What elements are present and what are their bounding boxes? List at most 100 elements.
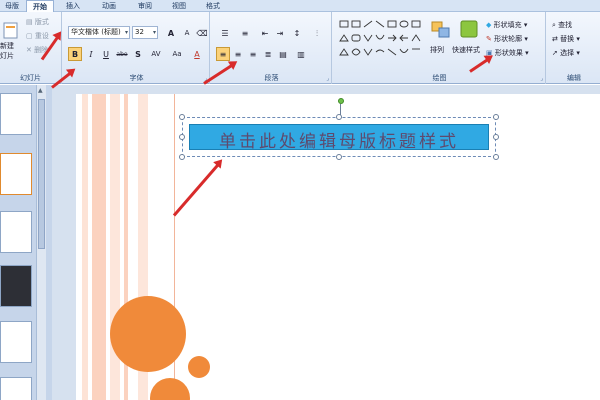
reset-label: 重设 [34, 32, 49, 40]
layout-label: 版式 [34, 18, 49, 26]
layout-button[interactable]: ▤ 版式 [26, 15, 49, 29]
pen-icon: ✎ [486, 35, 492, 43]
distribute-icon[interactable]: ▤ [276, 47, 290, 61]
arrange-button[interactable]: 排列 [430, 43, 444, 57]
select-label: 选择 [560, 49, 575, 57]
tab-format[interactable]: 格式 [200, 0, 226, 12]
tab-review[interactable]: 审阅 [132, 0, 158, 12]
tab-home[interactable]: 开始 [26, 0, 54, 12]
slides-scrollbar[interactable]: ▲ [36, 85, 46, 400]
decor-circle [188, 356, 210, 378]
dialog-launcher-icon[interactable]: ⌟ [326, 75, 329, 82]
font-name-value: 华文楷体 (标题) [71, 28, 121, 36]
decor-stripe [92, 94, 106, 400]
resize-handle[interactable] [179, 134, 185, 140]
font-color-button[interactable]: A [188, 47, 206, 61]
select-icon: ➚ [552, 49, 558, 57]
reset-button[interactable]: ▢ 重设 [26, 29, 49, 43]
slide-thumbnail[interactable] [0, 265, 32, 307]
title-placeholder-text[interactable]: 单击此处编辑母版标题样式 [190, 127, 488, 152]
decor-circle [150, 378, 190, 400]
shrink-font-button[interactable]: A [180, 26, 194, 40]
font-size-value: 32 [135, 28, 144, 36]
group-label-font: 字体 [129, 74, 144, 82]
scroll-up-icon[interactable]: ▲ [38, 87, 45, 95]
find-icon: ⌕ [552, 21, 556, 29]
increase-indent-icon[interactable]: ⇥ [273, 26, 287, 40]
find-button[interactable]: ⌕ 查找 [552, 18, 572, 32]
shape-outline-label: 形状轮廓 [494, 35, 523, 43]
align-left-icon[interactable]: ≡ [216, 47, 230, 61]
font-name-field[interactable]: 华文楷体 (标题) ▾ [68, 26, 130, 39]
replace-label: 替换 [560, 35, 575, 43]
tab-insert[interactable]: 插入 [60, 0, 86, 12]
ribbon: 新建 灯片 ▤ 版式 ▢ 重设 ✕ 删除 幻灯片 华文楷体 (标题) ▾ 32 ▾ … [0, 12, 600, 84]
resize-handle[interactable] [493, 134, 499, 140]
bullets-icon[interactable]: ☰ [216, 26, 234, 40]
replace-button[interactable]: ⇄ 替换 ▾ [552, 32, 580, 46]
shrink-font-icon: A [184, 29, 190, 37]
resize-handle[interactable] [179, 154, 185, 160]
slide-thumbnail[interactable] [0, 377, 32, 400]
strikethrough-button[interactable]: abe [114, 47, 130, 61]
numbering-icon[interactable]: ≡ [236, 26, 254, 40]
bold-button[interactable]: B [68, 47, 82, 61]
slide-thumbnail[interactable] [0, 211, 32, 253]
tab-master[interactable]: 母版 [0, 0, 24, 12]
font-size-field[interactable]: 32 ▾ [132, 26, 158, 39]
underline-button[interactable]: U [99, 47, 113, 61]
dialog-launcher-icon[interactable]: ⌟ [540, 75, 543, 82]
group-paragraph: ☰ ≡ ⇤ ⇥ ↕ ⫶ ≡ ≡ ≡ ≣ ▤ ▥ 段落 ⌟ [212, 12, 332, 84]
text-direction-icon[interactable]: ⫶ [310, 26, 324, 40]
shapes-gallery[interactable] [338, 18, 424, 62]
tab-view[interactable]: 视图 [166, 0, 192, 12]
resize-handle[interactable] [493, 114, 499, 120]
group-drawing: 排列 快速样式 ◆ 形状填充 ▾ ✎ 形状轮廓 ▾ ▣ 形状效果 ▾ 绘图 ⌟ [334, 12, 546, 84]
decrease-indent-icon[interactable]: ⇤ [258, 26, 272, 40]
resize-handle[interactable] [493, 154, 499, 160]
line-spacing-icon[interactable]: ↕ [290, 26, 304, 40]
new-slide-button[interactable]: 新建 灯片 [0, 41, 20, 63]
slide-thumbnail[interactable] [0, 321, 32, 363]
shadow-button[interactable]: S [131, 47, 145, 61]
char-spacing-button[interactable]: AV [146, 47, 166, 61]
shape-fill-button[interactable]: ◆ 形状填充 ▾ [486, 18, 527, 32]
new-slide-icon [3, 22, 18, 39]
shape-outline-button[interactable]: ✎ 形状轮廓 ▾ [486, 32, 528, 46]
quick-styles-icon[interactable] [458, 18, 480, 40]
columns-icon[interactable]: ▥ [292, 47, 310, 61]
italic-button[interactable]: I [84, 47, 98, 61]
slide-thumbnail[interactable] [0, 153, 32, 195]
shape-fill-label: 形状填充 [493, 21, 522, 29]
tab-animation[interactable]: 动画 [96, 0, 122, 12]
resize-handle[interactable] [179, 114, 185, 120]
group-label-paragraph: 段落 [264, 74, 279, 82]
select-button[interactable]: ➚ 选择 ▾ [552, 46, 580, 60]
scrollbar-thumb[interactable] [38, 99, 45, 249]
title-placeholder-fill: 单击此处编辑母版标题样式 [189, 124, 489, 152]
grow-font-icon: A [167, 29, 175, 38]
group-editing: ⌕ 查找 ⇄ 替换 ▾ ➚ 选择 ▾ 编辑 [548, 12, 600, 84]
slide-thumbnail[interactable] [0, 93, 32, 135]
replace-icon: ⇄ [552, 35, 558, 43]
group-label-slides: 幻灯片 [20, 74, 41, 82]
justify-icon[interactable]: ≣ [261, 47, 275, 61]
clear-format-icon[interactable]: ⌫ [195, 26, 209, 40]
grow-font-button[interactable]: A [164, 26, 178, 40]
decor-circle [110, 296, 186, 372]
group-slides: 新建 灯片 ▤ 版式 ▢ 重设 ✕ 删除 幻灯片 [0, 12, 62, 84]
arrange-icon[interactable] [430, 20, 452, 40]
paint-bucket-icon: ◆ [486, 21, 492, 29]
chevron-down-icon: ▾ [152, 29, 156, 36]
title-placeholder[interactable]: 单击此处编辑母版标题样式 [179, 114, 499, 160]
resize-handle[interactable] [336, 114, 342, 120]
align-right-icon[interactable]: ≡ [246, 47, 260, 61]
group-label-drawing: 绘图 [432, 74, 447, 82]
change-case-button[interactable]: Aa [168, 47, 186, 61]
shape-effects-label: 形状效果 [494, 49, 523, 57]
rotate-handle[interactable] [338, 98, 344, 104]
group-label-editing: 编辑 [567, 74, 581, 82]
resize-handle[interactable] [336, 154, 342, 160]
quick-styles-button[interactable]: 快速样式 [452, 43, 480, 57]
group-font: 华文楷体 (标题) ▾ 32 ▾ A A ⌫ B I U abe S AV Aa A… [64, 12, 210, 84]
